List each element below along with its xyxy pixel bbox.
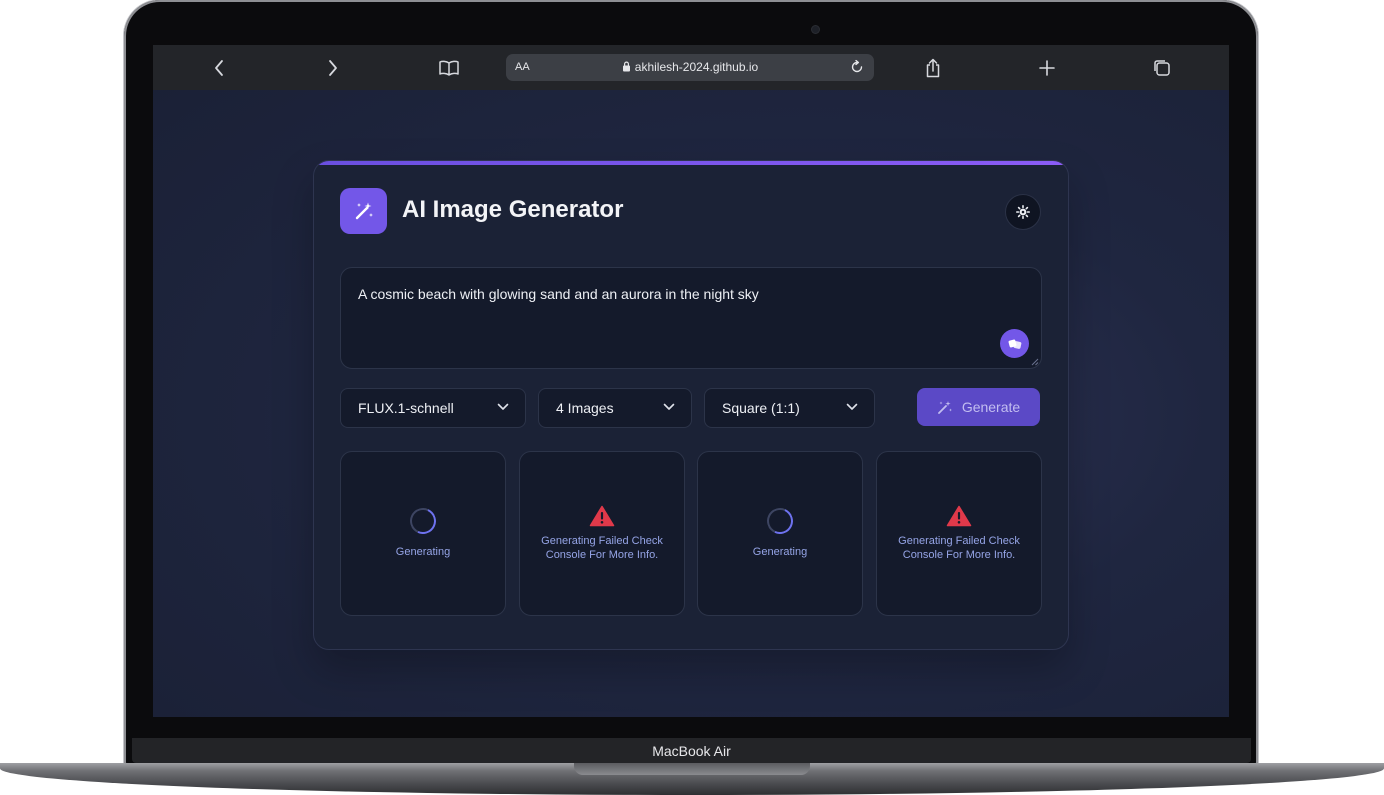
aspect-ratio-select[interactable]: Square (1:1) bbox=[704, 388, 875, 428]
tabs-overview-button[interactable] bbox=[1142, 45, 1182, 90]
forward-button[interactable] bbox=[313, 45, 353, 90]
image-tile-2: Generating Failed Check Console For More… bbox=[519, 451, 685, 616]
tile-status-text: Generating Failed Check Console For More… bbox=[541, 535, 663, 561]
aspect-ratio-value: Square (1:1) bbox=[722, 400, 800, 416]
dice-icon bbox=[1008, 339, 1021, 349]
magic-wand-icon bbox=[937, 401, 952, 414]
chevron-right-icon bbox=[329, 59, 337, 76]
laptop-chin: MacBook Air bbox=[132, 738, 1251, 763]
chevron-down-icon bbox=[846, 403, 858, 410]
theme-toggle-button[interactable] bbox=[1005, 194, 1041, 230]
share-icon bbox=[926, 58, 940, 77]
model-select-value: FLUX.1-schnell bbox=[358, 400, 454, 416]
image-tile-3: Generating bbox=[697, 451, 863, 616]
page-title: AI Image Generator bbox=[402, 196, 624, 223]
share-button[interactable] bbox=[913, 45, 953, 90]
card-accent-bar bbox=[314, 161, 1068, 165]
chevron-left-icon bbox=[215, 59, 223, 76]
prompt-text[interactable]: A cosmic beach with glowing sand and an … bbox=[358, 286, 759, 302]
image-count-select[interactable]: 4 Images bbox=[538, 388, 692, 428]
model-select[interactable]: FLUX.1-schnell bbox=[340, 388, 526, 428]
bookmarks-button[interactable] bbox=[429, 45, 469, 90]
reload-icon[interactable] bbox=[849, 59, 865, 75]
generate-button[interactable]: Generate bbox=[917, 388, 1040, 426]
chevron-down-icon bbox=[663, 403, 675, 410]
device-model-label: MacBook Air bbox=[652, 743, 731, 759]
generator-card: AI Image Generator A cosmic beach with g… bbox=[313, 160, 1069, 650]
back-button[interactable] bbox=[199, 45, 239, 90]
browser-screen: AA akhilesh-2024.github.io AI Image Gene… bbox=[153, 45, 1229, 717]
warning-icon bbox=[589, 505, 615, 527]
image-tile-4: Generating Failed Check Console For More… bbox=[876, 451, 1042, 616]
image-count-value: 4 Images bbox=[556, 400, 614, 416]
resize-handle-icon[interactable] bbox=[1031, 358, 1039, 366]
url-text: akhilesh-2024.github.io bbox=[634, 60, 759, 74]
random-prompt-button[interactable] bbox=[1000, 329, 1029, 358]
plus-icon bbox=[1039, 59, 1055, 76]
warning-icon bbox=[946, 505, 972, 527]
tile-status-text: Generating Failed Check Console For More… bbox=[898, 535, 1020, 561]
gear-icon bbox=[1016, 205, 1030, 219]
tile-status-text: Generating bbox=[395, 546, 451, 558]
lock-icon bbox=[622, 61, 630, 72]
magic-wand-icon bbox=[355, 202, 373, 220]
app-logo bbox=[340, 188, 387, 234]
book-icon bbox=[439, 60, 459, 76]
laptop-opening-notch bbox=[574, 763, 810, 775]
address-bar[interactable]: AA akhilesh-2024.github.io bbox=[506, 54, 874, 81]
tile-status-text: Generating bbox=[752, 546, 808, 558]
chevron-down-icon bbox=[497, 403, 509, 410]
spinner-icon bbox=[406, 504, 440, 538]
browser-toolbar: AA akhilesh-2024.github.io bbox=[153, 45, 1229, 90]
prompt-input[interactable]: A cosmic beach with glowing sand and an … bbox=[340, 267, 1042, 369]
tabs-icon bbox=[1154, 59, 1170, 76]
camera-dot bbox=[812, 26, 819, 33]
generate-label: Generate bbox=[961, 399, 1021, 415]
spinner-icon bbox=[763, 504, 797, 538]
new-tab-button[interactable] bbox=[1027, 45, 1067, 90]
image-tile-1: Generating bbox=[340, 451, 506, 616]
